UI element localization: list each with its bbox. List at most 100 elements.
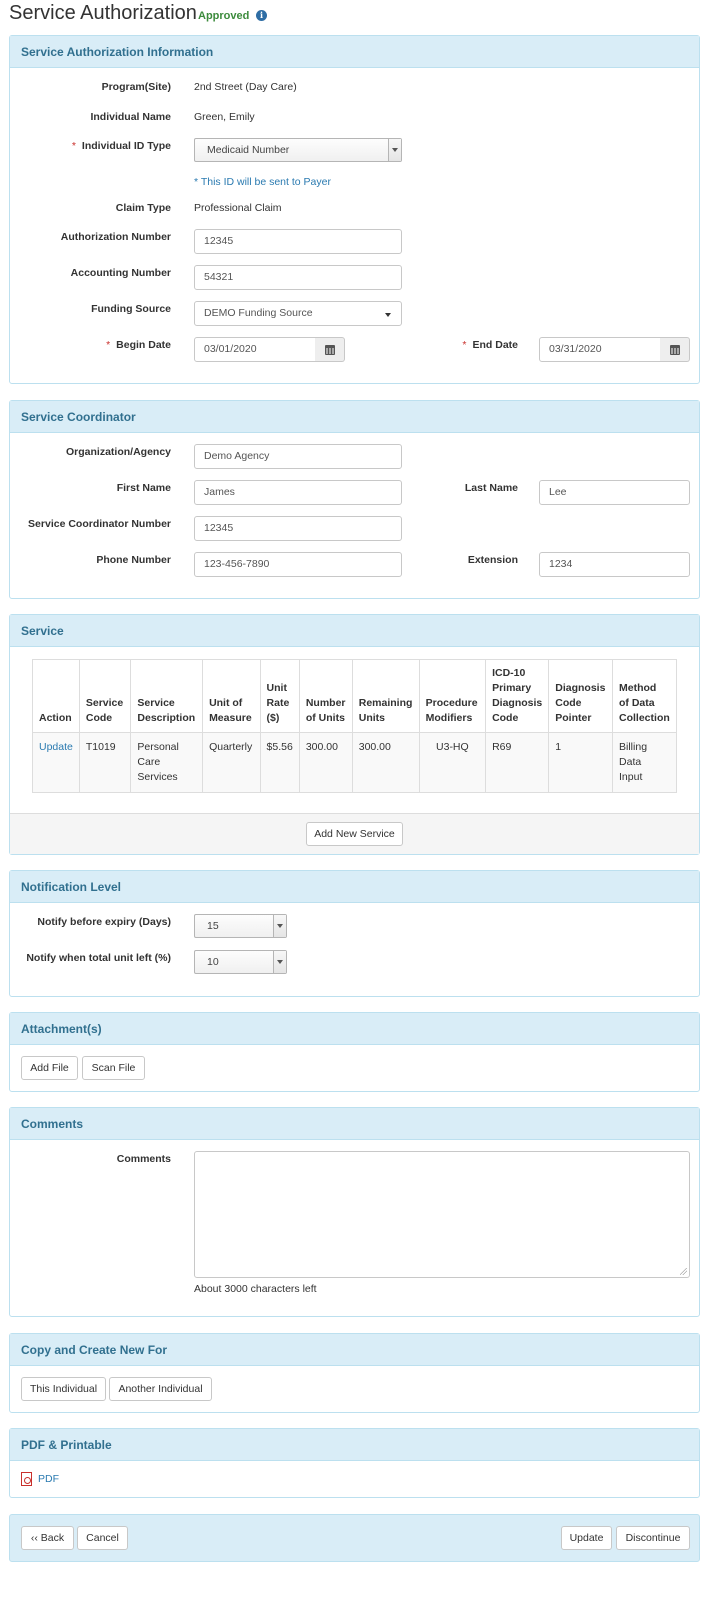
row-action: Update <box>32 732 80 793</box>
copy-heading: Copy and Create New For <box>10 1334 699 1366</box>
accounting-number-label: Accounting Number <box>70 267 171 279</box>
first-name-input[interactable]: James <box>194 480 402 505</box>
expiry-selected: 15 <box>207 920 219 932</box>
end-date-group: 03/31/2020 <box>539 337 690 362</box>
scan-file-button[interactable]: Scan File <box>82 1056 145 1080</box>
col-number-units: Number of Units <box>298 659 353 733</box>
col-procedure-modifiers: Procedure Modifiers <box>418 659 487 733</box>
discontinue-button[interactable]: Discontinue <box>616 1526 690 1550</box>
coordinator-number-input[interactable]: 12345 <box>194 516 402 541</box>
auth-number-label: Authorization Number <box>60 231 171 243</box>
service-heading: Service <box>10 615 699 647</box>
auth-info-panel: Service Authorization Information Progra… <box>9 35 700 384</box>
cancel-button[interactable]: Cancel <box>77 1526 128 1550</box>
row-number-units: 300.00 <box>298 732 353 793</box>
resize-handle-icon[interactable] <box>680 1268 687 1275</box>
another-individual-button[interactable]: Another Individual <box>109 1377 212 1401</box>
claim-type-label: Claim Type <box>115 202 171 214</box>
id-type-label: * Individual ID Type <box>10 140 171 152</box>
service-table: Action Service Code Service Description Un… <box>32 659 677 793</box>
unit-left-label: Notify when total unit left (%) <box>26 952 171 964</box>
individual-name-label: Individual Name <box>90 111 171 123</box>
last-name-input[interactable]: Lee <box>539 480 690 505</box>
id-type-selected: Medicaid Number <box>207 144 290 156</box>
org-input[interactable]: Demo Agency <box>194 444 402 469</box>
update-link[interactable]: Update <box>39 741 73 753</box>
status-badge: Approved <box>198 10 250 22</box>
comments-label: Comments <box>116 1153 171 1165</box>
auth-info-heading: Service Authorization Information <box>10 36 699 68</box>
last-name-label: Last Name <box>464 482 518 494</box>
first-name-label: First Name <box>116 482 171 494</box>
extension-label: Extension <box>467 554 518 566</box>
pdf-heading: PDF & Printable <box>10 1429 699 1461</box>
col-action: Action <box>32 659 80 733</box>
add-new-service-button[interactable]: Add New Service <box>306 822 403 846</box>
extension-input[interactable]: 1234 <box>539 552 690 577</box>
page-title: Service Authorization <box>9 2 197 24</box>
pdf-link[interactable]: PDF <box>38 1473 59 1485</box>
program-value: 2nd Street (Day Care) <box>194 81 297 93</box>
row-method: Billing Data Input <box>612 732 677 793</box>
info-icon[interactable]: i <box>256 10 267 21</box>
page: Service Authorization Approved i Service… <box>0 0 721 1599</box>
row-pointer: 1 <box>548 732 614 793</box>
chars-left: About 3000 characters left <box>194 1283 317 1295</box>
update-button[interactable]: Update <box>561 1526 612 1550</box>
unit-left-select[interactable]: 10 <box>194 950 287 974</box>
col-method: Method of Data Collection <box>612 659 677 733</box>
funding-source-select[interactable]: DEMO Funding Source <box>194 301 402 326</box>
col-unit-measure: Unit of Measure <box>202 659 261 733</box>
calendar-icon <box>325 345 335 355</box>
begin-date-calendar-button[interactable] <box>315 337 345 362</box>
service-panel-footer: Add New Service <box>10 813 699 854</box>
begin-date-group: 03/01/2020 <box>194 337 345 362</box>
row-modifiers: U3-HQ <box>418 732 487 793</box>
end-date-calendar-button[interactable] <box>660 337 690 362</box>
this-individual-button[interactable]: This Individual <box>21 1377 106 1401</box>
coordinator-heading: Service Coordinator <box>10 401 699 433</box>
col-unit-rate: Unit Rate ($) <box>259 659 300 733</box>
funding-source-label: Funding Source <box>91 303 171 315</box>
coordinator-number-label: Service Coordinator Number <box>28 518 171 530</box>
copy-panel: Copy and Create New For This Individual … <box>9 1333 700 1413</box>
end-date-input[interactable]: 03/31/2020 <box>539 337 661 362</box>
required-mark: * <box>71 140 76 152</box>
add-file-button[interactable]: Add File <box>21 1056 78 1080</box>
notification-panel: Notification Level Notify before expiry … <box>9 870 700 997</box>
funding-source-selected: DEMO Funding Source <box>204 307 313 319</box>
id-type-select[interactable]: Medicaid Number <box>194 138 402 162</box>
row-service-code: T1019 <box>78 732 132 793</box>
required-mark: * <box>106 339 111 351</box>
program-label: Program(Site) <box>101 81 171 93</box>
expiry-label: Notify before expiry (Days) <box>37 916 171 928</box>
expiry-select[interactable]: 15 <box>194 914 287 938</box>
notification-heading: Notification Level <box>10 871 699 903</box>
pdf-file-icon[interactable] <box>21 1472 32 1486</box>
id-note: * This ID will be sent to Payer <box>194 176 331 188</box>
required-mark: * <box>462 339 467 351</box>
back-button[interactable]: ‹‹ Back <box>21 1526 74 1550</box>
begin-date-input[interactable]: 03/01/2020 <box>194 337 316 362</box>
comments-panel: Comments Comments About 3000 characters … <box>9 1107 700 1317</box>
calendar-icon <box>670 345 680 355</box>
comments-textarea[interactable] <box>194 1151 690 1278</box>
row-service-description: Personal Care Services <box>130 732 204 793</box>
coordinator-panel: Service Coordinator Organization/Agency … <box>9 400 700 599</box>
end-date-label-text: End Date <box>472 339 518 351</box>
col-icd10: ICD-10 Primary Diagnosis Code <box>485 659 550 733</box>
claim-type-value: Professional Claim <box>194 202 282 214</box>
row-unit-measure: Quarterly <box>202 732 261 793</box>
phone-input[interactable]: 123-456-7890 <box>194 552 402 577</box>
row-remaining-units: 300.00 <box>351 732 420 793</box>
comments-heading: Comments <box>10 1108 699 1140</box>
phone-label: Phone Number <box>96 554 171 566</box>
col-service-code: Service Code <box>78 659 132 733</box>
unit-left-selected: 10 <box>207 956 219 968</box>
accounting-number-input[interactable]: 54321 <box>194 265 402 290</box>
chevron-down-icon <box>273 951 286 973</box>
service-panel: Service Action Service Code Service Descri… <box>9 614 700 855</box>
begin-date-label-text: Begin Date <box>116 339 171 351</box>
auth-number-input[interactable]: 12345 <box>194 229 402 254</box>
table-header-row: Action Service Code Service Description Un… <box>32 659 677 733</box>
